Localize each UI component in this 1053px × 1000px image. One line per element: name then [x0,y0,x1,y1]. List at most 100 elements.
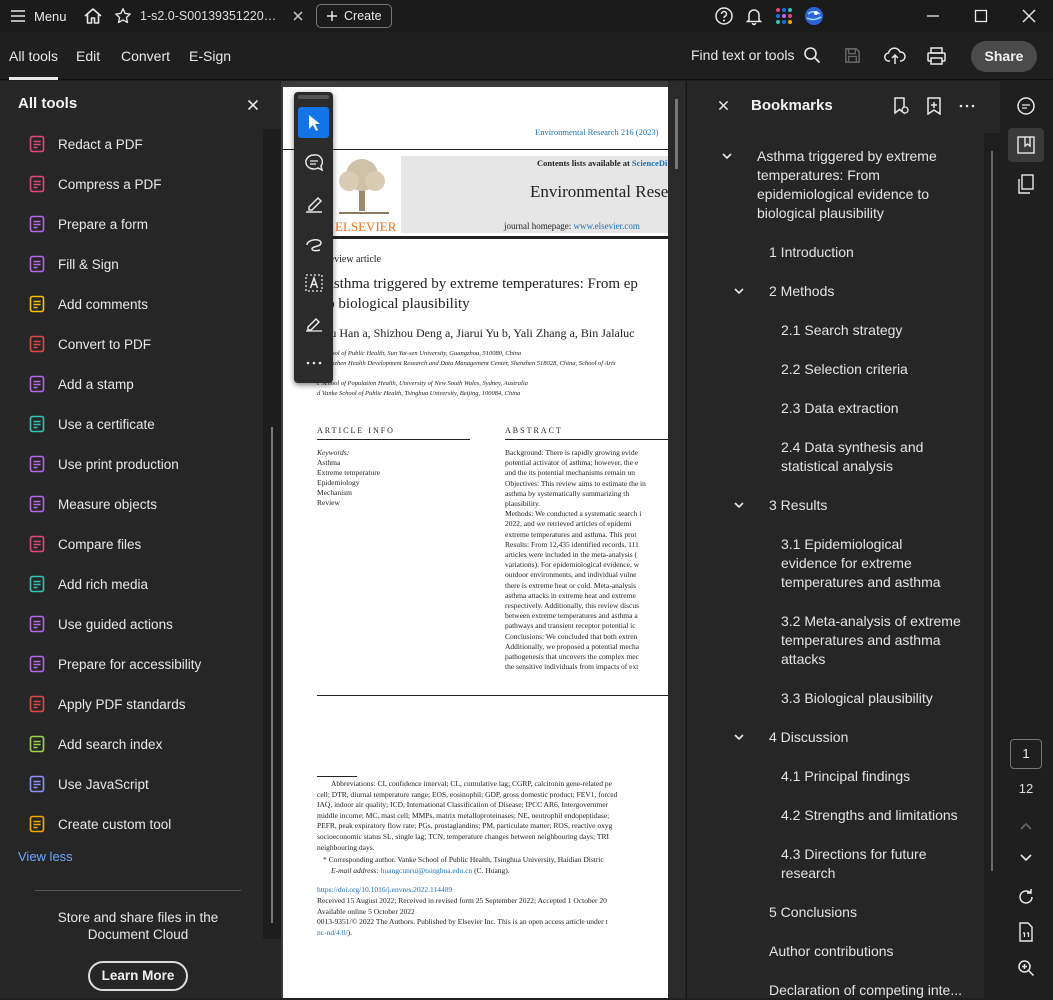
comments-panel-button[interactable] [1011,91,1041,121]
bookmark-item[interactable]: 1 Introduction [769,243,959,262]
bookmark-item[interactable]: 4 Discussion [769,728,959,747]
comment-tool-button[interactable] [298,147,329,178]
minimize-button[interactable] [909,1,957,31]
bookmark-item[interactable]: 2.1 Search strategy [781,321,961,340]
bookmark-item[interactable]: Author contributions [769,942,959,961]
close-panel-button[interactable] [247,99,259,111]
bookmark-item[interactable]: Declaration of competing inte... [769,981,969,1000]
bookmark-item[interactable]: 4.3 Directions for future research [781,845,961,883]
tool-use-print-production[interactable]: Use print production [28,451,179,477]
current-page-input[interactable]: 1 [1010,739,1042,769]
bookmark-item[interactable]: 5 Conclusions [769,903,959,922]
abstract-line: Methods: We conducted a systematic searc… [505,509,642,519]
highlight-tool-button[interactable] [298,187,329,218]
tool-list-scrollbar[interactable] [263,129,281,939]
bookmark-item[interactable]: 4.1 Principal findings [781,767,961,786]
help-button[interactable] [709,1,739,31]
tool-prepare-for-accessibility[interactable]: Prepare for accessibility [28,651,201,677]
comment-icon [304,153,323,171]
tool-measure-objects[interactable]: Measure objects [28,491,157,517]
view-less-link[interactable]: View less [18,849,73,864]
zoom-in-button[interactable] [1011,953,1041,983]
tool-use-guided-actions[interactable]: Use guided actions [28,611,173,637]
doi-link[interactable]: https://doi.org/10.1016/j.envres.2022.11… [317,885,452,894]
scrollbar-thumb[interactable] [991,151,993,871]
create-button[interactable]: Create [316,4,392,28]
text-tool-button[interactable] [298,267,329,298]
tool-convert-to-pdf[interactable]: Convert to PDF [28,331,151,357]
tool-label: Redact a PDF [58,136,143,152]
upload-cloud-button[interactable] [884,46,906,66]
scrollbar-thumb[interactable] [271,427,273,923]
tool-create-custom-tool[interactable]: Create custom tool [28,811,171,837]
chevron-down-icon[interactable] [732,284,746,298]
tool-redact-a-pdf[interactable]: Redact a PDF [28,131,143,157]
bookmark-item[interactable]: 3.2 Meta-analysis of extreme temperature… [781,612,961,669]
maximize-button[interactable] [957,1,1005,31]
bookmark-item[interactable]: 3.3 Biological plausibility [781,689,961,708]
bookmark-item[interactable]: 3.1 Epidemiological evidence for extreme… [781,535,961,592]
next-page-button[interactable] [1011,843,1041,873]
bookmark-more-button[interactable] [959,104,975,108]
tab-esign[interactable]: E-Sign [189,32,231,80]
close-tab-icon[interactable] [292,10,304,22]
tool-use-javascript[interactable]: Use JavaScript [28,771,149,797]
menu-button[interactable]: Menu [0,9,72,24]
bookmarks-scrollbar[interactable] [984,133,1001,998]
tool-add-comments[interactable]: Add comments [28,291,148,317]
close-bookmarks-button[interactable] [718,100,729,111]
available-online: Available online 5 October 2022 [317,907,415,916]
tool-add-search-index[interactable]: Add search index [28,731,162,757]
refresh-button[interactable] [1011,882,1041,912]
tool-use-a-certificate[interactable]: Use a certificate [28,411,155,437]
tab-edit[interactable]: Edit [76,32,100,80]
bookmark-item[interactable]: 4.2 Strengths and limitations [781,806,961,825]
profile-button[interactable] [799,1,829,31]
share-button[interactable]: Share [971,41,1037,72]
bookmark-item[interactable]: 2.4 Data synthesis and statistical analy… [781,438,961,476]
save-button[interactable] [843,46,862,65]
find-text-or-tools[interactable]: Find text or tools [691,46,821,64]
tool-add-a-stamp[interactable]: Add a stamp [28,371,134,397]
tool-compare-files[interactable]: Compare files [28,531,141,557]
document-scrollbar[interactable] [668,81,685,998]
bookmark-item[interactable]: 3 Results [769,496,959,515]
close-window-button[interactable] [1005,1,1053,31]
previous-page-button[interactable] [1011,811,1041,841]
tool-fill-sign[interactable]: Fill & Sign [28,251,119,277]
scrollbar-thumb[interactable] [675,99,678,169]
toolbar-grip[interactable] [298,95,329,99]
chevron-down-icon[interactable] [732,730,746,744]
add-bookmark-button[interactable] [926,97,942,115]
more-tools-button[interactable] [298,347,329,378]
notifications-button[interactable] [739,1,769,31]
sign-tool-button[interactable] [298,307,329,338]
pdf-page[interactable]: Environmental Research 216 (2023) ELSEVI… [283,87,668,998]
chevron-down-icon[interactable] [732,498,746,512]
tool-add-rich-media[interactable]: Add rich media [28,571,148,597]
bookmark-settings-button[interactable] [892,97,910,115]
bookmarks-panel-button[interactable] [1008,128,1044,162]
corresponding-author: * Corresponding author. Vanke School of … [323,855,604,864]
tool-prepare-a-form[interactable]: Prepare a form [28,211,148,237]
star-icon[interactable] [114,7,132,25]
select-tool-button[interactable] [298,107,329,138]
tab-all-tools[interactable]: All tools [9,32,59,80]
pages-panel-button[interactable] [1011,169,1041,199]
apps-button[interactable] [769,1,799,31]
tool-apply-pdf-standards[interactable]: Apply PDF standards [28,691,186,717]
bookmark-item[interactable]: 2.3 Data extraction [781,399,961,418]
bookmark-item[interactable]: Asthma triggered by extreme temperatures… [757,147,947,223]
document-tab[interactable]: 1-s2.0-S0013935122018165-main.pdf [108,0,310,32]
print-button[interactable] [926,46,947,66]
bookmark-item[interactable]: 2.2 Selection criteria [781,360,961,379]
learn-more-button[interactable]: Learn More [88,961,188,991]
document-viewer[interactable]: Environmental Research 216 (2023) ELSEVI… [281,81,685,998]
home-button[interactable] [78,1,108,31]
tool-compress-a-pdf[interactable]: Compress a PDF [28,171,162,197]
draw-tool-button[interactable] [298,227,329,258]
bookmark-item[interactable]: 2 Methods [769,282,959,301]
fit-page-button[interactable] [1011,917,1041,947]
tab-convert[interactable]: Convert [121,32,170,80]
chevron-down-icon[interactable] [720,149,734,163]
